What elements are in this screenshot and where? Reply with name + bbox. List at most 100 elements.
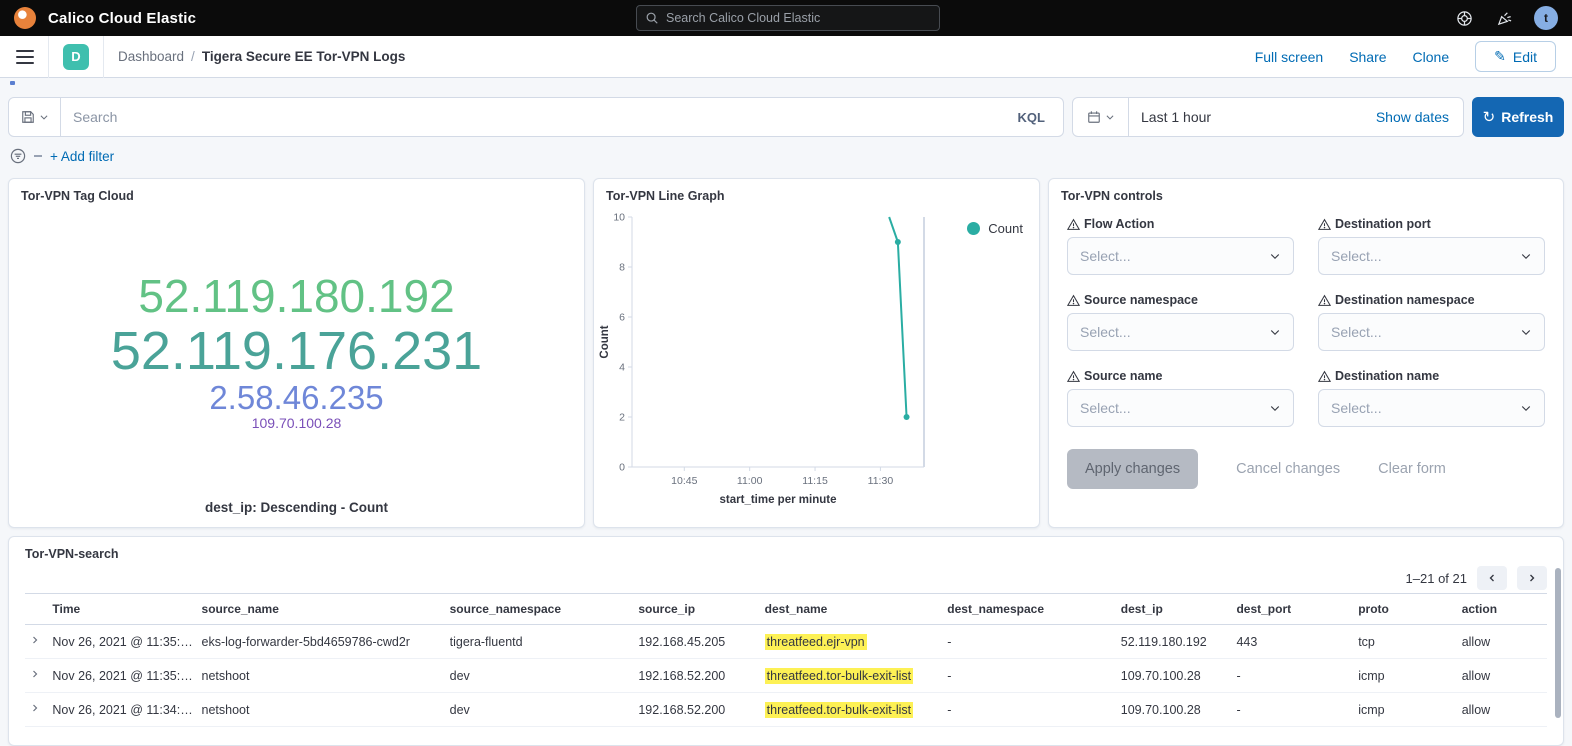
column-header[interactable]: source_name <box>202 594 450 625</box>
saved-query-button[interactable] <box>9 98 61 136</box>
kql-button[interactable]: KQL <box>1012 110 1051 125</box>
control-field: Flow Action Select... <box>1067 217 1294 275</box>
svg-text:8: 8 <box>619 262 625 274</box>
search-query-group: KQL <box>8 97 1064 137</box>
control-label: Source namespace <box>1067 293 1294 307</box>
svg-text:11:00: 11:00 <box>737 475 763 487</box>
help-icon[interactable] <box>1454 8 1474 28</box>
legend-dot-icon <box>967 222 980 235</box>
dashboard-badge[interactable]: D <box>63 44 89 70</box>
column-header[interactable]: dest_port <box>1236 594 1358 625</box>
share-button[interactable]: Share <box>1349 49 1386 65</box>
column-header[interactable]: proto <box>1358 594 1461 625</box>
expand-row-icon[interactable] <box>25 702 41 714</box>
scroll-indicator <box>10 81 15 85</box>
user-avatar[interactable]: t <box>1534 6 1558 30</box>
column-header[interactable]: source_ip <box>638 594 764 625</box>
tag-cloud-term[interactable]: 52.119.176.231 <box>111 322 482 380</box>
refresh-button[interactable]: ↻ Refresh <box>1472 97 1564 137</box>
column-header[interactable]: source_namespace <box>450 594 639 625</box>
column-header[interactable]: dest_name <box>765 594 948 625</box>
news-icon[interactable] <box>1494 8 1514 28</box>
vertical-scrollbar[interactable] <box>1555 568 1561 718</box>
cell-dest_ip: 109.70.100.28 <box>1121 659 1237 693</box>
cell-source_namespace: dev <box>450 659 639 693</box>
control-select[interactable]: Select... <box>1318 313 1545 351</box>
svg-text:10: 10 <box>613 212 625 224</box>
legend-item-count[interactable]: Count <box>967 221 1023 236</box>
controls-panel: Tor-VPN controls Flow Action Select... D… <box>1048 178 1564 528</box>
calendar-icon <box>1087 110 1101 124</box>
tag-cloud-term[interactable]: 2.58.46.235 <box>209 380 383 416</box>
control-select[interactable]: Select... <box>1318 237 1545 275</box>
pencil-icon: ✎ <box>1494 48 1506 65</box>
add-filter-button[interactable]: + Add filter <box>50 149 114 164</box>
column-header[interactable]: Time <box>52 594 201 625</box>
global-search-input[interactable] <box>666 11 931 25</box>
kql-search-input[interactable] <box>73 109 1012 125</box>
control-field: Source namespace Select... <box>1067 293 1294 351</box>
breadcrumb-separator: / <box>191 49 195 64</box>
tag-cloud: 52.119.180.19252.119.176.2312.58.46.2351… <box>9 203 584 500</box>
expander-column <box>25 594 52 625</box>
dashboard-header-bar: D Dashboard / Tigera Secure EE Tor-VPN L… <box>0 36 1572 78</box>
refresh-icon: ↻ <box>1483 108 1496 126</box>
cancel-changes-button[interactable]: Cancel changes <box>1236 461 1340 477</box>
tag-cloud-term[interactable]: 52.119.180.192 <box>138 272 454 322</box>
control-field: Destination name Select... <box>1318 369 1545 427</box>
control-label: Flow Action <box>1067 217 1294 231</box>
cell-time: Nov 26, 2021 @ 11:35:04.000 <box>52 659 201 693</box>
breadcrumb-dashboard[interactable]: Dashboard <box>118 49 184 64</box>
table-header-row: Timesource_namesource_namespacesource_ip… <box>25 594 1547 625</box>
control-field: Source name Select... <box>1067 369 1294 427</box>
svg-text:Count: Count <box>599 325 611 358</box>
expand-row-icon[interactable] <box>25 634 41 646</box>
chevron-right-icon <box>1526 572 1538 584</box>
control-select[interactable]: Select... <box>1067 237 1294 275</box>
table-body: Nov 26, 2021 @ 11:35:04.000eks-log-forwa… <box>25 625 1547 727</box>
previous-page-button[interactable] <box>1477 566 1507 590</box>
svg-text:11:15: 11:15 <box>802 475 828 487</box>
clone-button[interactable]: Clone <box>1413 49 1450 65</box>
warning-icon <box>1318 218 1331 231</box>
chevron-down-icon <box>1269 326 1281 338</box>
edit-button[interactable]: ✎ Edit <box>1475 41 1556 72</box>
cell-dest_name: threatfeed.tor-bulk-exit-list <box>765 659 948 693</box>
time-range-value[interactable]: Last 1 hour <box>1129 109 1376 125</box>
controls-grid: Flow Action Select... Destination port S… <box>1049 203 1563 427</box>
apply-changes-button[interactable]: Apply changes <box>1067 449 1198 489</box>
tag-cloud-term[interactable]: 109.70.100.28 <box>252 416 342 431</box>
control-field: Destination port Select... <box>1318 217 1545 275</box>
cell-proto: icmp <box>1358 659 1461 693</box>
calendar-button[interactable] <box>1073 98 1129 136</box>
chevron-down-icon <box>1269 250 1281 262</box>
control-select[interactable]: Select... <box>1318 389 1545 427</box>
filter-icon[interactable] <box>10 148 26 164</box>
line-chart-plot: 024681010:4511:0011:1511:30Countstart_ti… <box>598 209 938 511</box>
global-search[interactable] <box>636 5 940 31</box>
cell-source_ip: 192.168.45.205 <box>638 625 764 659</box>
warning-icon <box>1067 294 1080 307</box>
warning-icon <box>1318 294 1331 307</box>
filter-row: + Add filter <box>10 148 114 164</box>
query-bar: KQL Last 1 hour Show dates ↻ Refresh <box>8 97 1564 137</box>
cell-source_name: netshoot <box>202 659 450 693</box>
warning-icon <box>1067 218 1080 231</box>
menu-icon[interactable] <box>16 50 34 64</box>
clear-form-button[interactable]: Clear form <box>1378 461 1446 477</box>
show-dates-button[interactable]: Show dates <box>1376 109 1463 125</box>
tag-cloud-panel: Tor-VPN Tag Cloud 52.119.180.19252.119.1… <box>8 178 585 528</box>
warning-icon <box>1318 370 1331 383</box>
cell-dest_port: 443 <box>1236 625 1358 659</box>
column-header[interactable]: dest_namespace <box>947 594 1121 625</box>
svg-text:11:30: 11:30 <box>868 475 894 487</box>
column-header[interactable]: dest_ip <box>1121 594 1237 625</box>
top-app-bar: Calico Cloud Elastic t <box>0 0 1572 36</box>
full-screen-button[interactable]: Full screen <box>1255 49 1323 65</box>
next-page-button[interactable] <box>1517 566 1547 590</box>
calico-logo-icon <box>14 7 36 29</box>
expand-row-icon[interactable] <box>25 668 41 680</box>
control-select[interactable]: Select... <box>1067 389 1294 427</box>
control-select[interactable]: Select... <box>1067 313 1294 351</box>
column-header[interactable]: action <box>1462 594 1547 625</box>
